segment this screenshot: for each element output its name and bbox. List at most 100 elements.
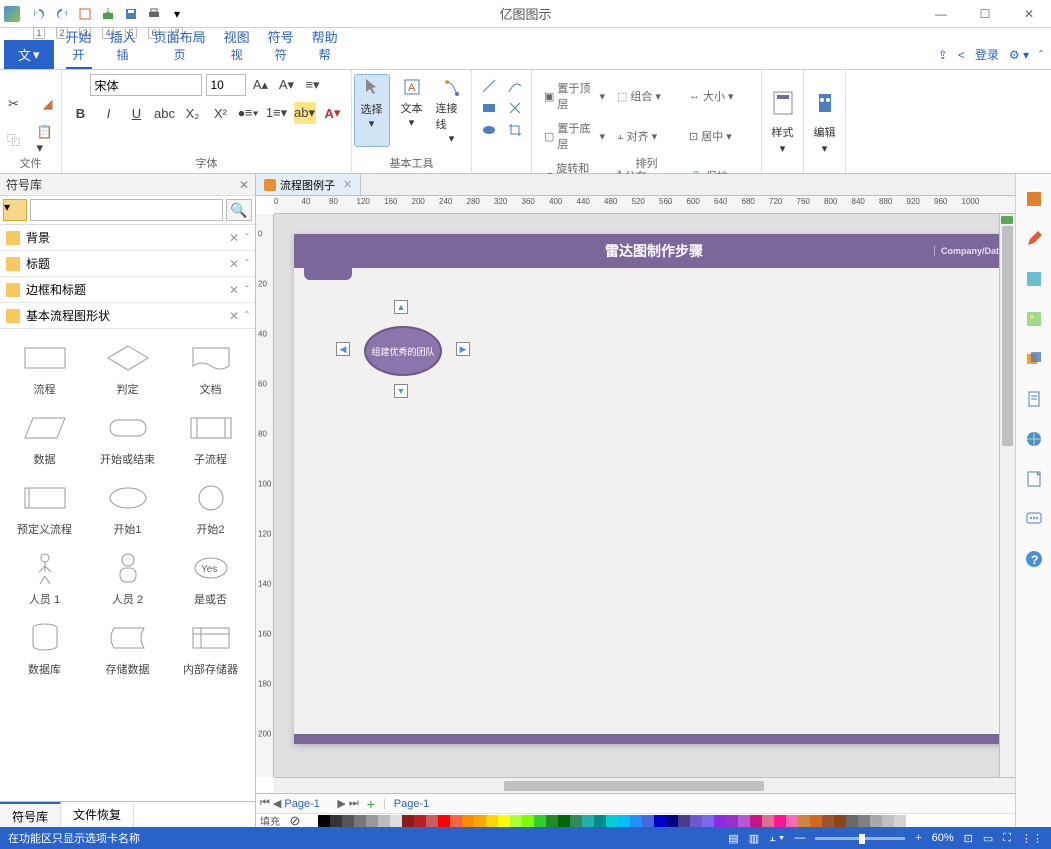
bold-button[interactable]: B bbox=[70, 102, 92, 124]
color-swatch[interactable] bbox=[594, 815, 606, 827]
cat-collapse-icon[interactable]: ˇ bbox=[245, 283, 249, 297]
globe-icon[interactable] bbox=[1023, 428, 1045, 450]
color-swatch[interactable] bbox=[438, 815, 450, 827]
edit-button[interactable]: 编辑▾ bbox=[813, 88, 837, 155]
color-swatch[interactable] bbox=[870, 815, 882, 827]
format-painter-button[interactable]: ◢ bbox=[37, 93, 59, 115]
color-swatch[interactable] bbox=[690, 815, 702, 827]
shape-person1[interactable]: 人员 1 bbox=[4, 545, 85, 611]
color-swatch[interactable] bbox=[630, 815, 642, 827]
group-button[interactable]: ⬚ 组合▾ bbox=[613, 78, 681, 114]
color-swatch[interactable] bbox=[606, 815, 618, 827]
size-button[interactable]: ↔ 大小▾ bbox=[685, 78, 753, 114]
font-name-select[interactable] bbox=[90, 74, 202, 96]
font-size-select[interactable] bbox=[206, 74, 246, 96]
subscript-button[interactable]: X₂ bbox=[182, 102, 204, 124]
page-tab[interactable]: Page-1 bbox=[394, 798, 429, 810]
color-swatch[interactable] bbox=[378, 815, 390, 827]
color-swatch[interactable] bbox=[354, 815, 366, 827]
underline-button[interactable]: U bbox=[126, 102, 148, 124]
flowchart-node[interactable]: 组建优秀的团队 bbox=[364, 326, 442, 376]
copy-button[interactable]: ⿻ bbox=[3, 129, 25, 151]
color-swatch[interactable] bbox=[498, 815, 510, 827]
color-swatch[interactable] bbox=[558, 815, 570, 827]
add-page-button[interactable]: + bbox=[367, 796, 375, 812]
color-swatch[interactable] bbox=[414, 815, 426, 827]
color-swatch[interactable] bbox=[726, 815, 738, 827]
rect-tool[interactable] bbox=[481, 100, 497, 116]
cut-button[interactable]: ✂ bbox=[3, 93, 25, 115]
shape-database[interactable]: 数据库 bbox=[4, 615, 85, 681]
page-icon[interactable] bbox=[1023, 388, 1045, 410]
handle-right[interactable]: ▶ bbox=[456, 342, 470, 356]
grid-icon[interactable]: ⋮⋮ bbox=[1021, 832, 1043, 845]
share-icon[interactable]: ⇪ bbox=[938, 48, 948, 62]
zoom-level[interactable]: 60% bbox=[932, 832, 954, 844]
tab-insert[interactable]: 插入插 bbox=[110, 23, 136, 69]
text-tool[interactable]: A文本▾ bbox=[394, 74, 430, 147]
color-swatch[interactable] bbox=[702, 815, 714, 827]
color-swatch[interactable] bbox=[330, 815, 342, 827]
qat-more[interactable]: ▾7 bbox=[166, 3, 188, 25]
vertical-scrollbar[interactable] bbox=[999, 214, 1015, 777]
file-tab[interactable]: 文 ▾ bbox=[4, 40, 54, 69]
color-swatch[interactable] bbox=[858, 815, 870, 827]
increase-font-button[interactable]: A▴ bbox=[250, 74, 272, 96]
qat-export[interactable]: 4 bbox=[97, 3, 119, 25]
x-tool[interactable] bbox=[507, 100, 523, 116]
tab-view[interactable]: 视图视 bbox=[224, 23, 250, 69]
cat-close-icon[interactable]: ✕ bbox=[229, 231, 239, 245]
view-mode-1[interactable]: ▤ bbox=[728, 832, 738, 845]
cat-collapse-icon[interactable]: ˇ bbox=[245, 231, 249, 245]
ruler-vertical[interactable]: 020406080100120140160180200 bbox=[256, 214, 274, 777]
view-mode-2[interactable]: ▥ bbox=[749, 832, 759, 845]
canvas[interactable]: 雷达图制作步骤 Company/Date 组建优秀的团队 ▲ ▼ ◀ ▶ bbox=[294, 234, 999, 744]
tab-home[interactable]: 开始开 bbox=[66, 23, 92, 69]
pen-icon[interactable] bbox=[1023, 228, 1045, 250]
tab-close-icon[interactable]: ✕ bbox=[343, 178, 352, 191]
color-swatch[interactable] bbox=[306, 815, 318, 827]
color-swatch[interactable] bbox=[822, 815, 834, 827]
no-fill-button[interactable]: ⊘ bbox=[284, 810, 306, 828]
page-last[interactable]: ⏭ bbox=[349, 797, 359, 810]
minimize-button[interactable]: — bbox=[921, 2, 961, 26]
superscript-button[interactable]: X² bbox=[210, 102, 232, 124]
qat-print[interactable]: 6 bbox=[143, 3, 165, 25]
fit-width-icon[interactable]: ▭ bbox=[983, 832, 993, 845]
style-button[interactable]: 样式▾ bbox=[771, 88, 795, 155]
cat-close-icon[interactable]: ✕ bbox=[229, 283, 239, 297]
page-select[interactable] bbox=[284, 798, 334, 810]
shape-decision[interactable]: 判定 bbox=[87, 335, 168, 401]
color-swatch[interactable] bbox=[474, 815, 486, 827]
share2-icon[interactable]: < bbox=[958, 48, 965, 62]
italic-button[interactable]: I bbox=[98, 102, 120, 124]
zoom-slider[interactable] bbox=[815, 837, 905, 840]
color-swatch[interactable] bbox=[462, 815, 474, 827]
color-swatch[interactable] bbox=[570, 815, 582, 827]
cat-close-icon[interactable]: ✕ bbox=[229, 257, 239, 271]
select-tool[interactable]: 选择▾ bbox=[354, 74, 390, 147]
help-icon[interactable]: ? bbox=[1023, 548, 1045, 570]
shape-data[interactable]: 数据 bbox=[4, 405, 85, 471]
note-icon[interactable] bbox=[1023, 468, 1045, 490]
color-swatch[interactable] bbox=[534, 815, 546, 827]
qat-new[interactable]: 3 bbox=[74, 3, 96, 25]
highlight-button[interactable]: ab▾ bbox=[294, 102, 316, 124]
scroll-thumb[interactable] bbox=[1002, 226, 1013, 446]
color-swatch[interactable] bbox=[510, 815, 522, 827]
color-swatch[interactable] bbox=[834, 815, 846, 827]
color-swatch[interactable] bbox=[582, 815, 594, 827]
login-link[interactable]: 登录 bbox=[975, 46, 999, 63]
color-swatch[interactable] bbox=[318, 815, 330, 827]
color-swatch[interactable] bbox=[750, 815, 762, 827]
collapse-ribbon-icon[interactable]: ˆ bbox=[1039, 48, 1043, 62]
category-flowchart[interactable]: 基本流程图形状✕ˆ bbox=[0, 303, 255, 329]
maximize-button[interactable]: ☐ bbox=[965, 2, 1005, 26]
tab-layout[interactable]: 页面布局页 bbox=[154, 23, 206, 69]
horizontal-scrollbar[interactable] bbox=[274, 777, 1015, 793]
settings-icon[interactable]: ⚙ ▾ bbox=[1009, 48, 1029, 62]
tab-library[interactable]: 符号库 bbox=[0, 802, 61, 827]
paste-button[interactable]: 📋▾ bbox=[37, 129, 59, 151]
color-swatch[interactable] bbox=[642, 815, 654, 827]
ruler-horizontal[interactable]: 0408012016020024028032036040044048052056… bbox=[274, 196, 1015, 214]
